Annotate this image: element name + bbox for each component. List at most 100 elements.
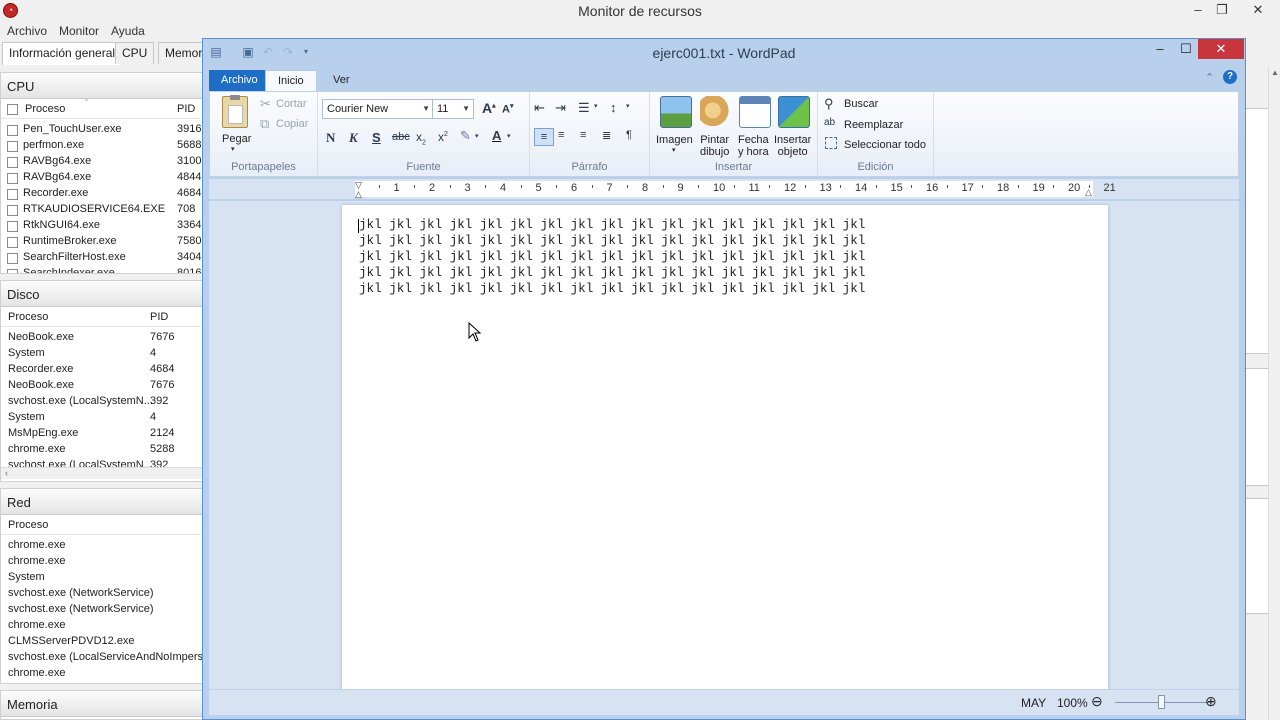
paint-drawing-label[interactable]: Pintar dibujo: [700, 134, 729, 158]
image-icon[interactable]: [660, 96, 692, 128]
bold-icon[interactable]: N: [326, 130, 335, 146]
minimize-ribbon-icon[interactable]: ⌃: [1205, 71, 1214, 84]
menu-archivo[interactable]: Archivo: [7, 24, 47, 38]
cpu-process-row[interactable]: RtkNGUI64.exe 3364: [1, 218, 203, 234]
decrease-indent-icon[interactable]: ⇤: [534, 100, 545, 116]
strikethrough-icon[interactable]: abc: [392, 131, 410, 143]
resmon-close-button[interactable]: ✕: [1236, 0, 1280, 20]
cut-label[interactable]: Cortar: [276, 98, 307, 110]
menu-monitor[interactable]: Monitor: [59, 24, 99, 38]
process-checkbox[interactable]: [7, 205, 18, 216]
process-checkbox[interactable]: [7, 141, 18, 152]
font-family-combo[interactable]: Courier New ▼: [322, 99, 434, 119]
copy-icon[interactable]: ⧉: [260, 116, 269, 132]
process-checkbox[interactable]: [7, 189, 18, 200]
zoom-slider-thumb[interactable]: [1158, 695, 1165, 709]
shrink-font-icon[interactable]: A▾: [502, 102, 513, 116]
cpu-process-row[interactable]: Pen_TouchUser.exe 3916: [1, 122, 203, 138]
align-left-icon[interactable]: ≡: [534, 128, 554, 146]
cpu-process-row[interactable]: perfmon.exe 5688: [1, 138, 203, 154]
highlight-icon[interactable]: ✎: [460, 128, 471, 144]
disco-process-row[interactable]: Recorder.exe 4684: [1, 362, 203, 378]
process-checkbox[interactable]: [7, 125, 18, 136]
cpu-process-row[interactable]: RAVBg64.exe 3100: [1, 154, 203, 170]
copy-label[interactable]: Copiar: [276, 118, 308, 130]
disco-process-row[interactable]: MsMpEng.exe 2124: [1, 426, 203, 442]
red-section-header[interactable]: Red: [1, 489, 203, 515]
memoria-section-header[interactable]: Memoria: [1, 691, 203, 717]
red-process-row[interactable]: svchost.exe (NetworkService): [1, 586, 203, 602]
disco-process-row[interactable]: NeoBook.exe 7676: [1, 330, 203, 346]
select-all-icon[interactable]: [825, 137, 837, 149]
red-process-row[interactable]: CLMSServerPDVD12.exe: [1, 634, 203, 650]
justify-icon[interactable]: ≣: [602, 129, 611, 142]
chevron-down-icon[interactable]: ▼: [462, 100, 470, 118]
menu-ayuda[interactable]: Ayuda: [111, 24, 145, 38]
subscript-icon[interactable]: x2: [416, 130, 426, 146]
resmon-right-scrollbar[interactable]: ▲: [1268, 66, 1280, 720]
paragraph-settings-icon[interactable]: ¶: [626, 129, 632, 141]
right-indent-marker[interactable]: △: [1085, 187, 1092, 198]
underline-icon[interactable]: S: [372, 130, 381, 145]
cpu-process-row[interactable]: Recorder.exe 4684: [1, 186, 203, 202]
cpu-process-row[interactable]: RuntimeBroker.exe 7580: [1, 234, 203, 250]
date-time-label[interactable]: Fecha y hora: [738, 134, 769, 158]
disco-process-row[interactable]: System 4: [1, 346, 203, 362]
red-process-row[interactable]: System: [1, 570, 203, 586]
process-checkbox[interactable]: [7, 221, 18, 232]
align-right-icon[interactable]: ≡: [580, 129, 586, 141]
replace-label[interactable]: Reemplazar: [844, 119, 903, 131]
zoom-level[interactable]: 100%: [1057, 696, 1088, 710]
red-process-row[interactable]: chrome.exe: [1, 666, 203, 682]
wordpad-close-button[interactable]: ✕: [1198, 39, 1244, 59]
red-process-row[interactable]: svchost.exe (NetworkService): [1, 602, 203, 618]
chevron-down-icon[interactable]: ▼: [422, 100, 430, 118]
red-process-row[interactable]: chrome.exe: [1, 618, 203, 634]
cpu-select-all-checkbox[interactable]: [7, 104, 18, 115]
scroll-up-icon[interactable]: ▲: [1271, 68, 1279, 77]
red-process-row[interactable]: chrome.exe: [1, 554, 203, 570]
italic-icon[interactable]: K: [349, 130, 358, 146]
paste-dropdown-icon[interactable]: ▾: [231, 145, 235, 153]
bullet-list-icon[interactable]: ☰: [578, 100, 590, 116]
process-checkbox[interactable]: [7, 237, 18, 248]
disco-col-pid[interactable]: PID: [150, 311, 168, 323]
cpu-process-row[interactable]: SearchIndexer.exe 8016: [1, 266, 203, 273]
cpu-process-row[interactable]: RAVBg64.exe 4844: [1, 170, 203, 186]
font-color-icon[interactable]: A: [492, 128, 501, 143]
image-dropdown-icon[interactable]: ▾: [672, 146, 676, 154]
red-col-proceso[interactable]: Proceso: [8, 519, 48, 531]
date-time-icon[interactable]: [739, 96, 771, 128]
insert-object-label[interactable]: Insertar objeto: [774, 134, 811, 158]
line-spacing-icon[interactable]: ↕: [610, 100, 617, 115]
disco-process-row[interactable]: chrome.exe 5288: [1, 442, 203, 458]
replace-icon[interactable]: ab: [824, 117, 835, 128]
zoom-in-icon[interactable]: ⊕: [1205, 693, 1217, 710]
image-label[interactable]: Imagen: [656, 134, 693, 146]
grow-font-icon[interactable]: A▴: [482, 100, 496, 116]
disco-col-proceso[interactable]: Proceso: [8, 311, 48, 323]
cpu-process-row[interactable]: RTKAUDIOSERVICE64.EXE 708: [1, 202, 203, 218]
disco-horizontal-scrollbar[interactable]: ‹: [1, 467, 203, 479]
find-label[interactable]: Buscar: [844, 98, 878, 110]
line-spacing-dropdown-icon[interactable]: ▾: [626, 102, 630, 110]
red-process-row[interactable]: chrome.exe: [1, 538, 203, 554]
resmon-restore-button[interactable]: ❐: [1212, 0, 1232, 20]
paint-drawing-icon[interactable]: [700, 96, 732, 128]
cpu-section-header[interactable]: CPU: [1, 73, 203, 99]
cpu-col-proceso[interactable]: Proceso: [25, 103, 65, 115]
select-all-label[interactable]: Seleccionar todo: [844, 139, 926, 151]
wordpad-maximize-button[interactable]: ☐: [1173, 41, 1199, 59]
resmon-minimize-button[interactable]: –: [1188, 0, 1208, 20]
wordpad-minimize-button[interactable]: –: [1147, 41, 1173, 59]
disco-process-row[interactable]: System 4: [1, 410, 203, 426]
scroll-left-icon[interactable]: ‹: [5, 468, 8, 478]
tab-informacion-general[interactable]: Información general: [2, 42, 123, 65]
tab-archivo[interactable]: Archivo: [209, 70, 270, 91]
tab-inicio[interactable]: Inicio: [265, 70, 317, 91]
highlight-dropdown-icon[interactable]: ▾: [475, 132, 479, 140]
bullet-dropdown-icon[interactable]: ▾: [594, 102, 598, 110]
process-checkbox[interactable]: [7, 173, 18, 184]
ruler[interactable]: ▽ △ △ 1 2 3 4 5 6 7 8 9 10 11 12 13 14 15 16 17 18 19 20 21: [209, 179, 1239, 199]
cut-icon[interactable]: ✂: [260, 96, 271, 112]
